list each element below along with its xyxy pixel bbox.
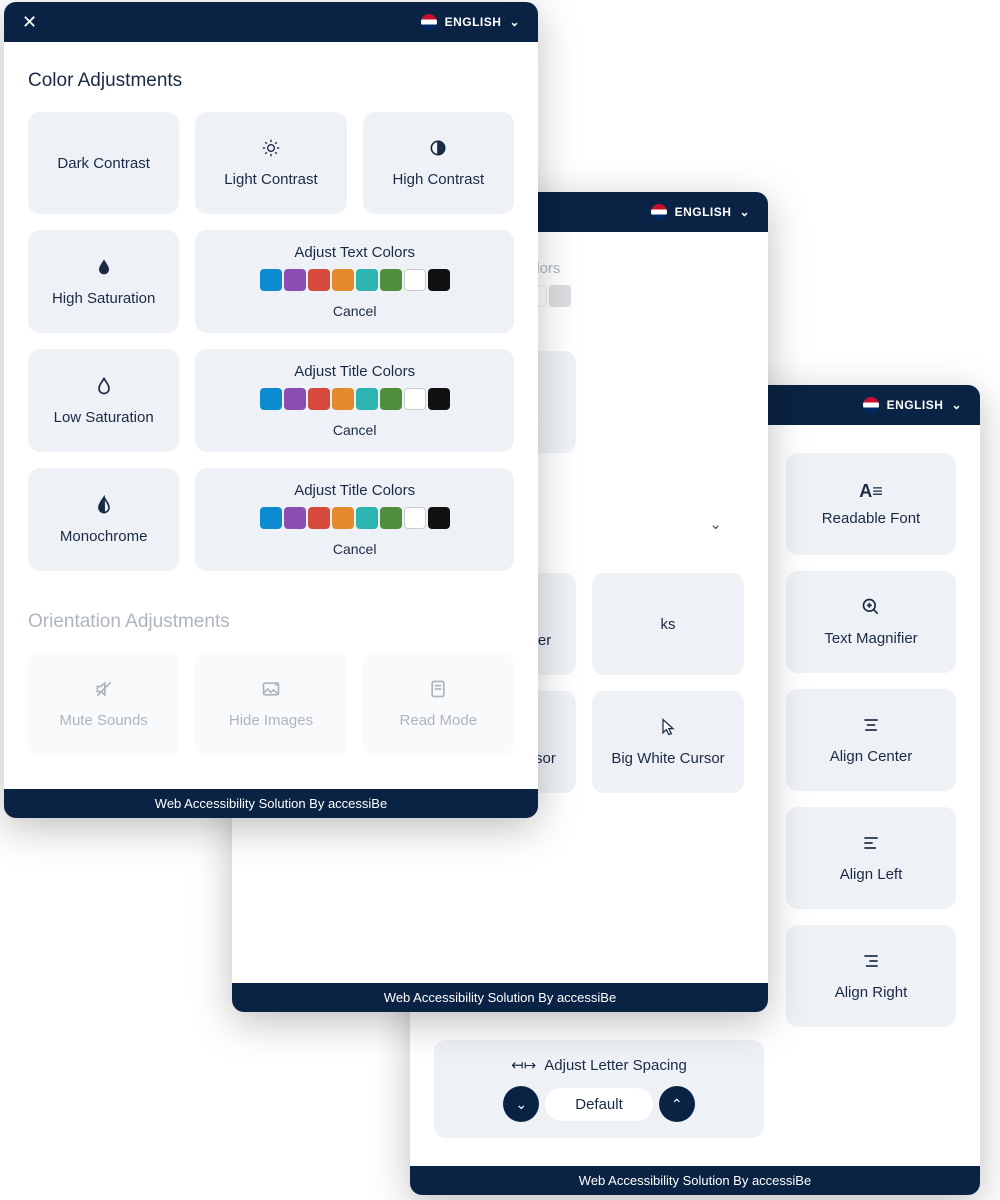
text-magnifier-button[interactable]: Text Magnifier (786, 571, 956, 673)
decrease-button[interactable]: ⌄ (503, 1086, 539, 1122)
low-saturation-button[interactable]: Low Saturation (28, 349, 179, 452)
swatch[interactable] (404, 388, 426, 410)
flag-icon (863, 397, 879, 413)
swatch[interactable] (380, 388, 402, 410)
language-label: ENGLISH (445, 15, 502, 29)
adjust-title-colors-card: Adjust Title Colors Cancel (195, 349, 514, 452)
language-label: ENGLISH (887, 398, 944, 412)
swatch[interactable] (404, 507, 426, 529)
swatch[interactable] (380, 269, 402, 291)
adjust-title-colors-card-2: Adjust Title Colors Cancel (195, 468, 514, 571)
swatch[interactable] (284, 507, 306, 529)
cancel-link[interactable]: Cancel (333, 303, 377, 319)
language-label: ENGLISH (675, 205, 732, 219)
cursor-white-icon (658, 717, 678, 742)
image-off-icon (261, 679, 281, 704)
stepper-title: Adjust Letter Spacing (544, 1057, 687, 1074)
chevron-down-icon: ⌄ (509, 15, 520, 29)
panel-footer: Web Accessibility Solution By accessiBe (232, 983, 768, 1012)
big-white-cursor-button[interactable]: Big White Cursor (592, 691, 744, 793)
document-icon (428, 679, 448, 704)
font-icon: A≡ (859, 481, 883, 502)
swatch[interactable] (380, 507, 402, 529)
swatch[interactable] (428, 507, 450, 529)
drop-outline-icon (94, 376, 114, 401)
swatch-row (260, 269, 450, 291)
swatch[interactable] (428, 269, 450, 291)
stepper-value: Default (545, 1088, 653, 1121)
sun-icon (261, 138, 281, 163)
panel-footer: Web Accessibility Solution By accessiBe (410, 1166, 980, 1195)
increase-button[interactable]: ⌃ (659, 1086, 695, 1122)
swatch[interactable] (284, 388, 306, 410)
chevron-down-icon: ⌄ (739, 205, 750, 219)
swatch[interactable] (260, 269, 282, 291)
swatch[interactable] (332, 388, 354, 410)
flag-icon (421, 14, 437, 30)
section-title-orientation: Orientation Adjustments (28, 611, 514, 633)
align-center-button[interactable]: Align Center (786, 689, 956, 791)
drop-half-icon (94, 495, 114, 520)
adjust-letter-spacing-stepper: ↤↦ Adjust Letter Spacing ⌄ Default ⌃ (434, 1040, 764, 1138)
swatch[interactable] (260, 507, 282, 529)
swatch[interactable] (549, 285, 571, 307)
swatch[interactable] (356, 507, 378, 529)
read-mode-button-faded[interactable]: Read Mode (363, 653, 514, 755)
close-icon[interactable]: ✕ (22, 12, 37, 33)
magnifier-plus-icon (861, 597, 881, 622)
align-right-button[interactable]: Align Right (786, 925, 956, 1027)
cancel-link[interactable]: Cancel (333, 422, 377, 438)
high-saturation-button[interactable]: High Saturation (28, 230, 179, 333)
high-contrast-button[interactable]: High Contrast (363, 112, 514, 214)
drop-filled-icon (94, 257, 114, 282)
swatch[interactable] (356, 388, 378, 410)
swatch[interactable] (284, 269, 306, 291)
align-right-icon (861, 951, 881, 976)
panel-header: ✕ ENGLISH ⌄ (4, 2, 538, 42)
swatch[interactable] (332, 507, 354, 529)
monochrome-button[interactable]: Monochrome (28, 468, 179, 571)
readable-font-button[interactable]: A≡ Readable Font (786, 453, 956, 555)
dark-contrast-button[interactable]: Dark Contrast (28, 112, 179, 214)
swatch[interactable] (308, 388, 330, 410)
swatch-row (260, 507, 450, 529)
contrast-icon (428, 138, 448, 163)
swatch[interactable] (308, 269, 330, 291)
hide-images-button[interactable]: Hide Images (195, 653, 346, 755)
swatch[interactable] (356, 269, 378, 291)
mute-icon (94, 679, 114, 704)
cancel-link[interactable]: Cancel (333, 541, 377, 557)
mute-sounds-button[interactable]: Mute Sounds (28, 653, 179, 755)
align-center-icon (861, 715, 881, 740)
align-left-button[interactable]: Align Left (786, 807, 956, 909)
swatch[interactable] (404, 269, 426, 291)
panel-color-adjustments: ✕ ENGLISH ⌄ Color Adjustments Dark Contr… (4, 2, 538, 818)
flag-icon (651, 204, 667, 220)
swatch[interactable] (332, 269, 354, 291)
language-selector[interactable]: ENGLISH ⌄ (651, 204, 750, 220)
swatch[interactable] (308, 507, 330, 529)
letter-spacing-icon: ↤↦ (511, 1056, 536, 1074)
card-partial-ks[interactable]: ks (592, 573, 744, 675)
swatch-row (260, 388, 450, 410)
swatch[interactable] (260, 388, 282, 410)
language-selector[interactable]: ENGLISH ⌄ (421, 14, 520, 30)
panel-footer: Web Accessibility Solution By accessiBe (4, 789, 538, 818)
adjust-text-colors-card: Adjust Text Colors Cancel (195, 230, 514, 333)
swatch[interactable] (428, 388, 450, 410)
light-contrast-button[interactable]: Light Contrast (195, 112, 346, 214)
language-selector[interactable]: ENGLISH ⌄ (863, 397, 962, 413)
chevron-down-icon: ⌄ (951, 398, 962, 412)
chevron-down-icon: ⌄ (709, 515, 722, 533)
section-title-color: Color Adjustments (28, 70, 514, 92)
align-left-icon (861, 833, 881, 858)
